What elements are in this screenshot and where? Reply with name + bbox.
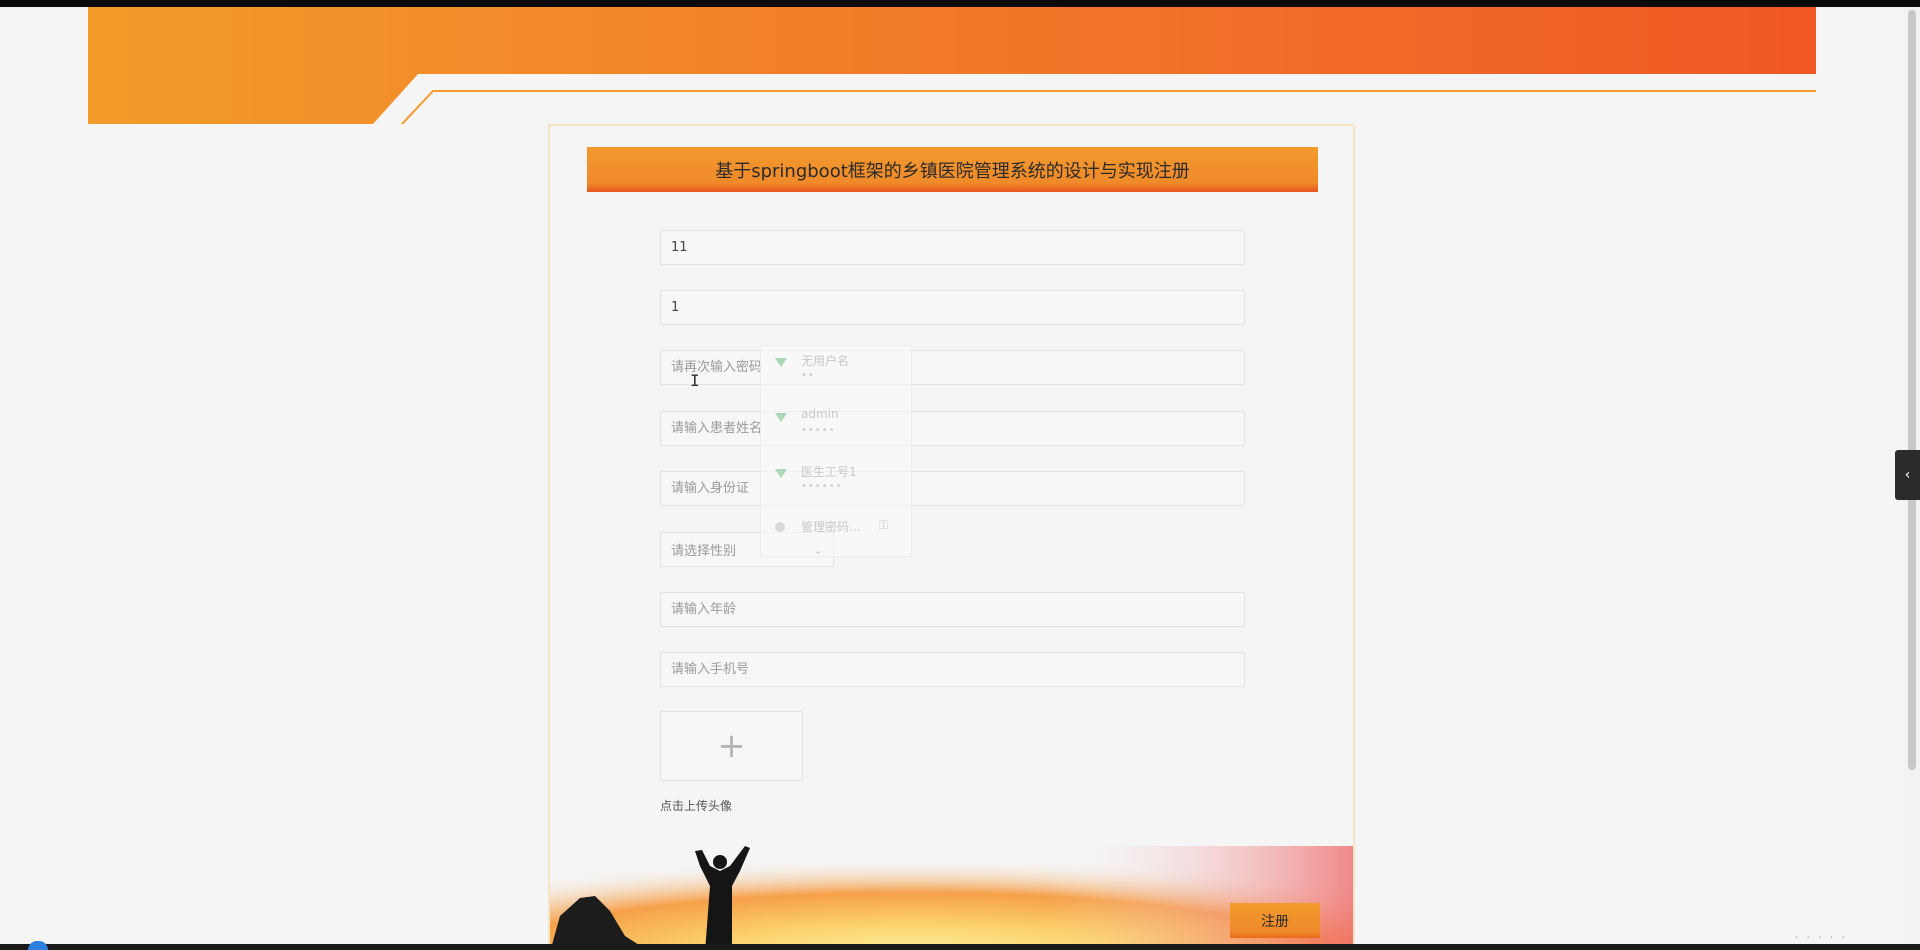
- window-top-edge: [0, 0, 1920, 7]
- autofill-item-dots: ••••••: [801, 481, 843, 492]
- autofill-item[interactable]: 无用户名 ••: [761, 346, 911, 398]
- plus-icon: +: [717, 726, 746, 766]
- autofill-item-name: 医生工号1: [801, 465, 857, 479]
- id-card-input[interactable]: [660, 471, 1245, 506]
- password-confirm-input[interactable]: [660, 350, 1245, 385]
- header-banner: [88, 7, 1816, 124]
- autofill-item-dots: ••: [801, 370, 815, 381]
- key-triangle-icon: [775, 413, 787, 422]
- avatar-upload[interactable]: +: [660, 711, 803, 781]
- password-input[interactable]: [660, 290, 1245, 325]
- gender-select-placeholder: 请选择性别: [671, 544, 737, 559]
- key-triangle-icon: [775, 358, 787, 367]
- autofill-item-name: admin: [801, 407, 839, 421]
- globe-icon: [775, 522, 785, 532]
- autofill-item[interactable]: 医生工号1 ••••••: [761, 457, 911, 509]
- autofill-manage[interactable]: 管理密码... ⚿: [761, 512, 911, 564]
- text-cursor-icon: I: [690, 371, 700, 390]
- register-title: 基于springboot框架的乡镇医院管理系统的设计与实现注册: [587, 147, 1318, 192]
- username-input[interactable]: [660, 230, 1245, 265]
- page-scrollbar-thumb[interactable]: [1908, 10, 1916, 770]
- autofill-manage-label: 管理密码...: [801, 520, 861, 534]
- taskbar: [0, 944, 1920, 950]
- autofill-item-dots: •••••: [801, 425, 836, 436]
- phone-input[interactable]: [660, 652, 1245, 687]
- chevron-left-icon[interactable]: ‹: [1895, 450, 1920, 500]
- autofill-item-name: 无用户名: [801, 354, 850, 368]
- autofill-item[interactable]: admin •••••: [761, 401, 911, 453]
- register-button[interactable]: 注册: [1230, 903, 1320, 938]
- patient-name-input[interactable]: [660, 411, 1245, 446]
- key-triangle-icon: [775, 469, 787, 478]
- key-icon: ⚿: [879, 518, 889, 532]
- system-tray-icons: · · · · ·: [1795, 933, 1848, 943]
- autofill-dropdown: 无用户名 •• admin ••••• 医生工号1 •••••• 管理密码...…: [760, 345, 912, 557]
- taskbar-indicator: [28, 941, 48, 950]
- age-input[interactable]: [660, 592, 1245, 627]
- register-panel: 基于springboot框架的乡镇医院管理系统的设计与实现注册 请选择性别 ⌄ …: [548, 124, 1355, 950]
- upload-avatar-label: 点击上传头像: [660, 799, 733, 813]
